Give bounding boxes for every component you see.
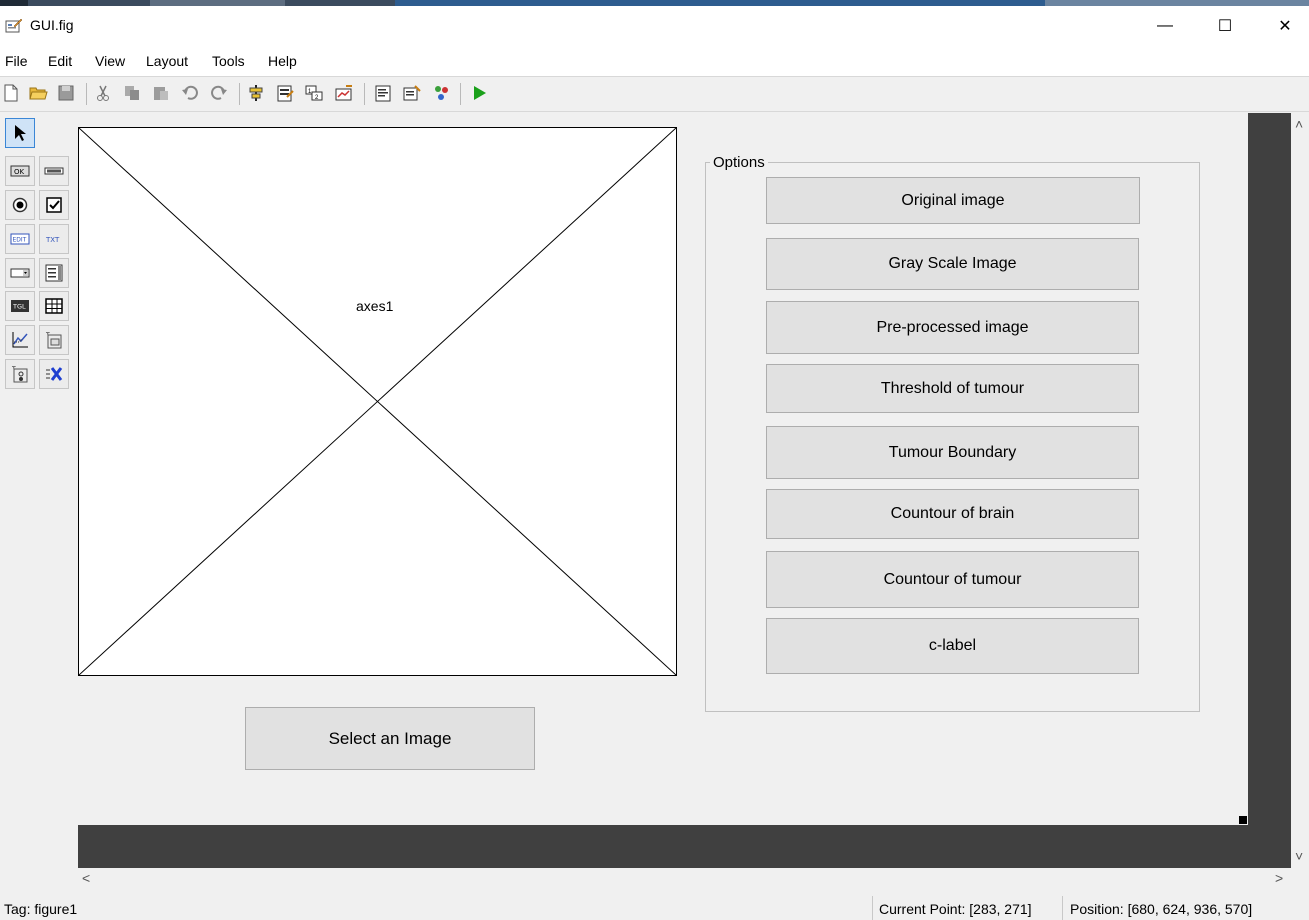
pre-processed-image-button[interactable]: Pre-processed image (766, 301, 1139, 354)
panel-icon[interactable]: T (39, 325, 69, 355)
guide-figure-icon (5, 18, 23, 33)
scroll-down-icon[interactable]: ˅ (1295, 848, 1303, 864)
radio-button-icon[interactable] (5, 190, 35, 220)
slider-icon[interactable] (39, 156, 69, 186)
menu-help[interactable]: Help (268, 53, 297, 69)
minimize-button[interactable]: — (1142, 12, 1188, 40)
tab-order-icon[interactable]: 12 (303, 82, 325, 104)
checkbox-icon[interactable] (39, 190, 69, 220)
toolbar: 12 (0, 76, 1309, 112)
property-inspector-icon[interactable] (401, 82, 423, 104)
menu-bar: File Edit View Layout Tools Help (0, 46, 1309, 76)
push-button-icon[interactable]: OK (5, 156, 35, 186)
status-position: Position: [680, 624, 936, 570] (1070, 901, 1253, 917)
options-panel-title: Options (710, 154, 768, 171)
minimize-icon: — (1157, 17, 1173, 34)
maximize-icon: ☐ (1217, 18, 1233, 35)
axes-placeholder-cross (79, 128, 676, 675)
scroll-up-icon[interactable]: ˄ (1295, 116, 1303, 132)
close-icon: ✕ (1278, 18, 1292, 35)
contour-of-brain-button[interactable]: Countour of brain (766, 489, 1139, 539)
maximize-button[interactable]: ☐ (1202, 12, 1248, 40)
status-bar: Tag: figure1 Current Point: [283, 271] P… (0, 896, 1309, 920)
status-current-point: Current Point: [283, 271] (879, 901, 1032, 917)
gray-scale-image-button[interactable]: Gray Scale Image (766, 238, 1139, 290)
object-browser-icon[interactable] (430, 82, 452, 104)
canvas-border-right (1248, 113, 1291, 868)
menu-tools[interactable]: Tools (212, 53, 245, 69)
new-file-icon[interactable] (0, 82, 22, 104)
original-image-button[interactable]: Original image (766, 177, 1140, 224)
table-icon[interactable] (39, 291, 69, 321)
save-icon[interactable] (55, 82, 77, 104)
menu-edit[interactable]: Edit (48, 53, 72, 69)
toolbar-editor-icon[interactable] (333, 82, 355, 104)
resize-handle[interactable] (1239, 816, 1247, 824)
vertical-scrollbar[interactable]: ˄ ˅ (1291, 113, 1309, 868)
copy-icon[interactable] (121, 82, 143, 104)
threshold-of-tumour-button[interactable]: Threshold of tumour (766, 364, 1139, 413)
cut-icon[interactable] (92, 82, 114, 104)
static-text-icon[interactable]: TXT (39, 224, 69, 254)
toggle-button-label: TGL (12, 303, 26, 311)
activex-icon[interactable] (39, 359, 69, 389)
horizontal-scrollbar[interactable]: < > (78, 868, 1291, 890)
scroll-left-icon[interactable]: < (82, 870, 90, 886)
push-button-label: OK (14, 168, 25, 176)
scroll-right-icon[interactable]: > (1275, 870, 1283, 886)
static-text-label: TXT (45, 236, 60, 244)
menu-file[interactable]: File (5, 53, 28, 69)
align-icon[interactable] (245, 82, 267, 104)
menu-editor-icon[interactable] (274, 82, 296, 104)
undo-icon[interactable] (179, 82, 201, 104)
edit-text-icon[interactable]: EDIT (5, 224, 35, 254)
editor-icon[interactable] (372, 82, 394, 104)
status-tag: Tag: figure1 (4, 901, 78, 917)
redo-icon[interactable] (208, 82, 230, 104)
paste-icon[interactable] (150, 82, 172, 104)
select-arrow-icon[interactable] (5, 118, 35, 148)
button-group-icon[interactable]: T (5, 359, 35, 389)
run-icon[interactable] (468, 82, 490, 104)
c-label-button[interactable]: c-label (766, 618, 1139, 674)
menu-layout[interactable]: Layout (146, 53, 188, 69)
contour-of-tumour-button[interactable]: Countour of tumour (766, 551, 1139, 608)
listbox-icon[interactable] (39, 258, 69, 288)
edit-text-label: EDIT (13, 237, 27, 244)
window-title: GUI.fig (30, 17, 74, 33)
close-button[interactable]: ✕ (1262, 12, 1308, 40)
tumour-boundary-button[interactable]: Tumour Boundary (766, 426, 1139, 479)
open-folder-icon[interactable] (27, 82, 49, 104)
select-image-button[interactable]: Select an Image (245, 707, 535, 770)
popup-menu-icon[interactable] (5, 258, 35, 288)
axes-label: axes1 (356, 298, 394, 314)
axes-icon[interactable] (5, 325, 35, 355)
menu-view[interactable]: View (95, 53, 125, 69)
toggle-button-icon[interactable]: TGL (5, 291, 35, 321)
title-bar: GUI.fig — ☐ ✕ (0, 6, 1309, 46)
axes1[interactable]: axes1 (78, 127, 677, 676)
canvas-border-bottom (78, 825, 1248, 868)
